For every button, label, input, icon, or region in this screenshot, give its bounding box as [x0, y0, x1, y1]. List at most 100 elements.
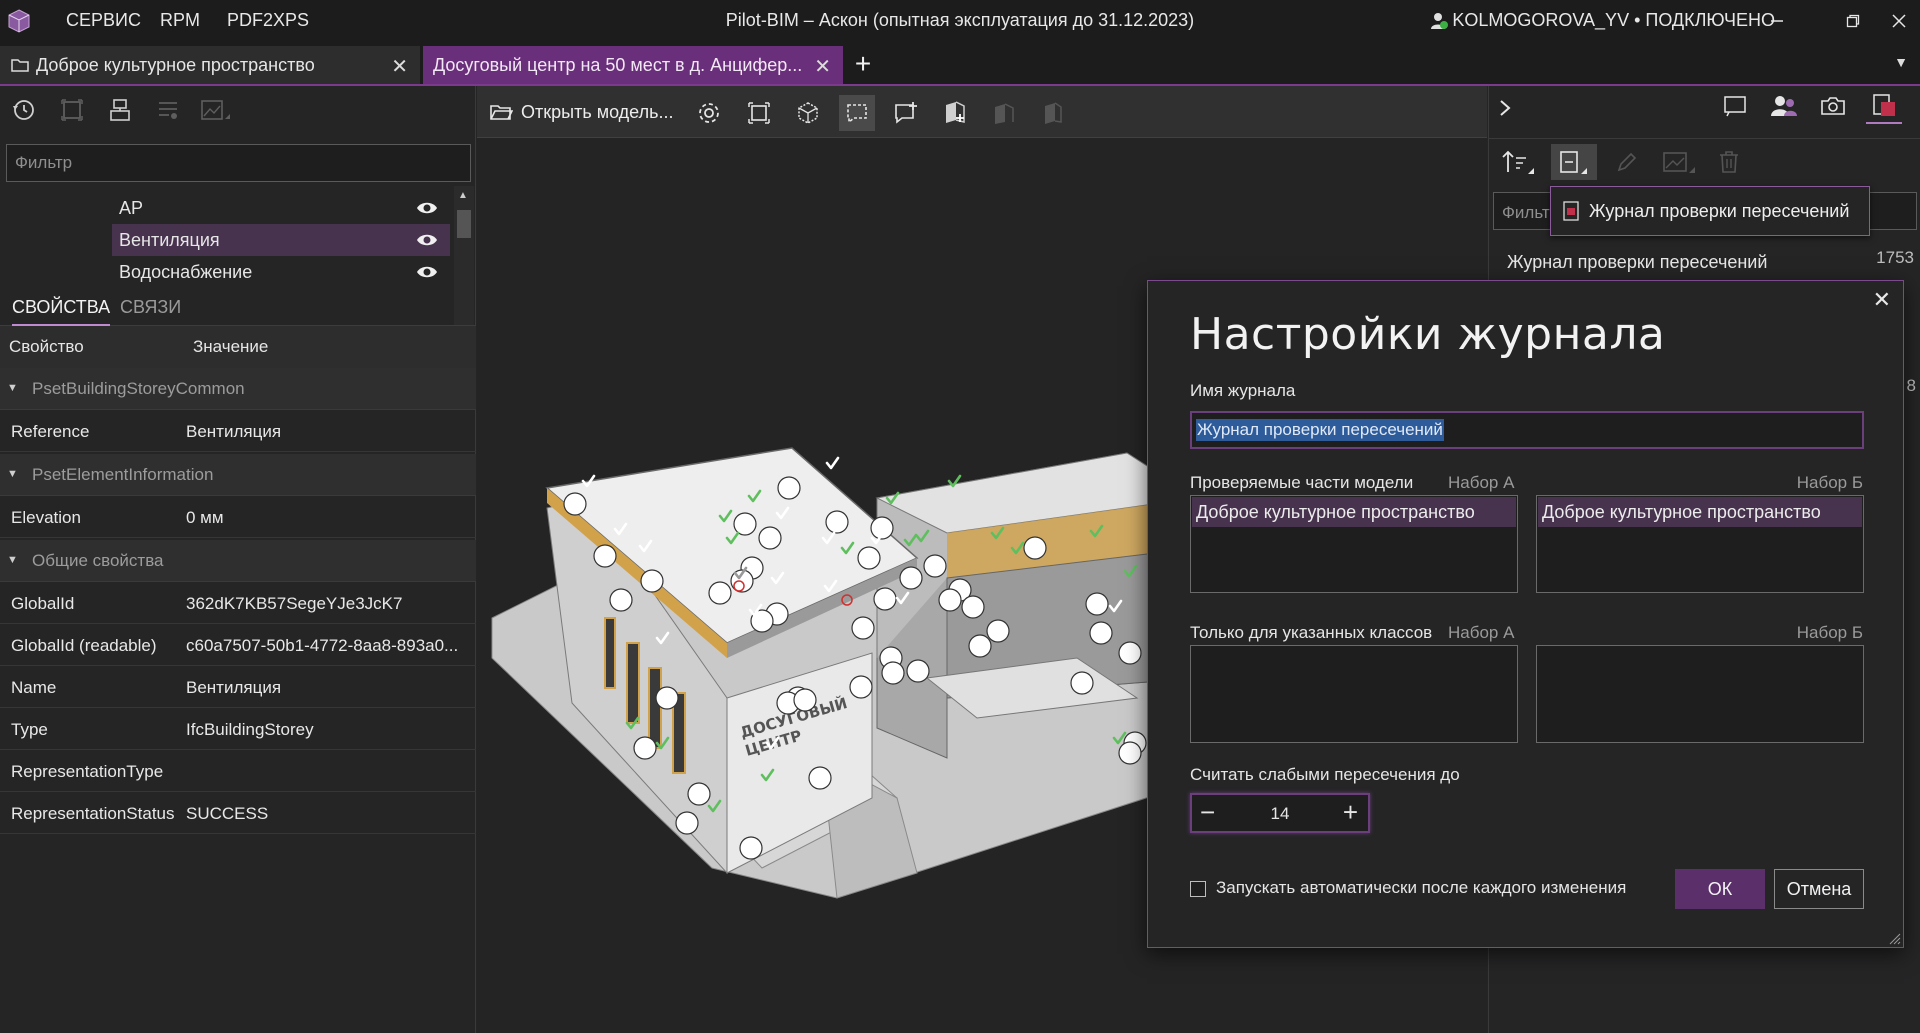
auto-run-label[interactable]: Запускать автоматически после каждого из…: [1216, 878, 1626, 898]
restore-button[interactable]: [1838, 8, 1868, 34]
journal-item-count-2: 8: [1906, 376, 1916, 395]
eye-icon[interactable]: [416, 264, 438, 280]
scroll-thumb[interactable]: [457, 210, 471, 238]
tab-overflow-icon[interactable]: ▼: [1894, 54, 1908, 70]
increment-button[interactable]: +: [1343, 797, 1358, 828]
properties-tabs: СВОЙСТВА СВЯЗИ: [0, 288, 476, 326]
new-tab-button[interactable]: +: [848, 50, 878, 80]
property-row[interactable]: GlobalId (readable) c60a7507-50b1-4772-8…: [0, 624, 476, 666]
comment-view-icon[interactable]: [839, 95, 875, 131]
group-label: PsetBuildingStoreyCommon: [32, 379, 245, 398]
close-tab-icon[interactable]: ✕: [391, 54, 408, 79]
property-row[interactable]: Reference Вентиляция: [0, 410, 476, 452]
column-property: Свойство: [9, 337, 84, 356]
classes-set-b-list[interactable]: [1536, 645, 1864, 743]
section-disabled-icon[interactable]: [986, 95, 1022, 131]
new-journal-dropdown-icon[interactable]: [1551, 144, 1597, 180]
classes-set-a-list[interactable]: [1190, 645, 1518, 743]
image-dropdown-disabled-icon[interactable]: [1657, 144, 1703, 180]
properties-header: Свойство Значение: [0, 326, 476, 368]
section-box-disabled-icon[interactable]: [1035, 95, 1071, 131]
journal-list-item[interactable]: Журнал проверки пересечений: [1507, 252, 1767, 273]
property-row[interactable]: Elevation 0 мм: [0, 496, 476, 538]
history-icon[interactable]: [6, 92, 42, 128]
eye-icon[interactable]: [416, 232, 438, 248]
group-common-properties[interactable]: ▼ Общие свойства: [0, 540, 476, 582]
tab-leisure-center[interactable]: Досуговый центр на 50 мест в д. Анцифер.…: [423, 46, 843, 84]
edit-pencil-icon[interactable]: [1609, 144, 1645, 180]
folder-icon: [11, 59, 29, 72]
weak-intersections-label: Считать слабыми пересечения до: [1190, 765, 1460, 784]
open-model-button[interactable]: Открыть модель...: [489, 96, 673, 128]
property-row[interactable]: RepresentationStatus SUCCESS: [0, 792, 476, 834]
group-pset-element-information[interactable]: ▼ PsetElementInformation: [0, 454, 476, 496]
tree-item-ar[interactable]: АР: [112, 192, 450, 224]
clash-journal-icon[interactable]: [1866, 88, 1902, 124]
user-status[interactable]: KOLMOGOROVA_YV • ПОДКЛЮЧЕНО: [1430, 10, 1775, 31]
collapse-icon[interactable]: ▼: [7, 468, 18, 480]
stepper-value[interactable]: 14: [1192, 804, 1368, 824]
close-window-button[interactable]: [1884, 8, 1914, 34]
users-icon[interactable]: [1766, 88, 1802, 124]
collapse-panel-icon[interactable]: [1497, 98, 1513, 118]
group-pset-building-storey[interactable]: ▼ PsetBuildingStoreyCommon: [0, 368, 476, 410]
user-status-text: KOLMOGOROVA_YV • ПОДКЛЮЧЕНО: [1452, 10, 1775, 30]
property-key: Reference: [11, 422, 90, 441]
cube-view-icon[interactable]: [790, 95, 826, 131]
property-value: 0 мм: [186, 508, 224, 527]
collapse-icon[interactable]: ▼: [7, 554, 18, 566]
add-comment-icon[interactable]: [888, 95, 924, 131]
property-value: Вентиляция: [186, 678, 282, 697]
tree-item-water-supply[interactable]: Водоснабжение: [112, 256, 450, 288]
property-key: GlobalId (readable): [11, 636, 157, 655]
minimize-button[interactable]: [1762, 8, 1792, 34]
model-layers-icon[interactable]: [102, 92, 138, 128]
property-key: RepresentationType: [11, 762, 164, 781]
menu-service[interactable]: СЕРВИС: [66, 10, 141, 31]
journal-item-count: 1753: [1876, 248, 1914, 267]
resize-grip-icon[interactable]: [1889, 933, 1901, 945]
image-dropdown-icon[interactable]: [198, 92, 234, 128]
journal-name-label: Имя журнала: [1190, 381, 1296, 400]
tab-links[interactable]: СВЯЗИ: [120, 297, 181, 318]
menu-pdf2xps[interactable]: PDF2XPS: [227, 10, 309, 31]
tab-label: Досуговый центр на 50 мест в д. Анцифер.…: [433, 54, 803, 75]
close-tab-icon[interactable]: ✕: [814, 54, 831, 79]
new-journal-menu-item[interactable]: Журнал проверки пересечений: [1550, 186, 1870, 236]
collapse-icon[interactable]: ▼: [7, 382, 18, 394]
fit-view-icon[interactable]: [741, 95, 777, 131]
delete-trash-icon[interactable]: [1711, 144, 1747, 180]
parts-set-a-list[interactable]: Доброе культурное пространство: [1190, 495, 1518, 593]
eye-icon[interactable]: [416, 200, 438, 216]
parts-set-b-label: Набор Б: [1796, 473, 1863, 492]
scroll-up-icon[interactable]: ▲: [458, 190, 468, 201]
weak-threshold-stepper[interactable]: − 14 +: [1190, 793, 1370, 833]
cancel-button[interactable]: Отмена: [1774, 869, 1864, 909]
auto-run-checkbox[interactable]: [1190, 881, 1206, 897]
sort-dropdown-icon[interactable]: [1499, 144, 1539, 180]
parts-set-b-list[interactable]: Доброе культурное пространство: [1536, 495, 1864, 593]
tab-properties[interactable]: СВОЙСТВА: [12, 297, 111, 326]
report-icon[interactable]: [1717, 88, 1753, 124]
property-row[interactable]: Type IfcBuildingStorey: [0, 708, 476, 750]
left-panel: АР Вентиляция Водоснабжение ▲ ▼ СВОЙСТВА…: [0, 86, 476, 1033]
visibility-list-icon[interactable]: [150, 92, 186, 128]
property-key: RepresentationStatus: [11, 804, 175, 823]
dialog-close-icon[interactable]: ✕: [1873, 287, 1891, 313]
filter-input[interactable]: [6, 144, 471, 182]
property-row[interactable]: GlobalId 362dK7KB57SegeYJe3JcK7: [0, 582, 476, 624]
ok-button[interactable]: ОК: [1675, 869, 1765, 909]
frame-icon[interactable]: [54, 92, 90, 128]
property-row[interactable]: RepresentationType: [0, 750, 476, 792]
tab-good-cultural-space[interactable]: Доброе культурное пространство ✕: [0, 46, 420, 84]
menu-rpm[interactable]: RPM: [160, 10, 200, 31]
add-section-icon[interactable]: [937, 95, 973, 131]
parts-set-a-item[interactable]: Доброе культурное пространство: [1192, 497, 1516, 527]
journal-name-input[interactable]: Журнал проверки пересечений: [1190, 411, 1864, 449]
parts-set-b-item[interactable]: Доброе культурное пространство: [1538, 497, 1862, 527]
app-logo-icon[interactable]: [8, 9, 30, 33]
settings-gear-icon[interactable]: [691, 95, 727, 131]
property-row[interactable]: Name Вентиляция: [0, 666, 476, 708]
tree-item-ventilation[interactable]: Вентиляция: [112, 224, 450, 256]
camera-icon[interactable]: [1815, 88, 1851, 124]
